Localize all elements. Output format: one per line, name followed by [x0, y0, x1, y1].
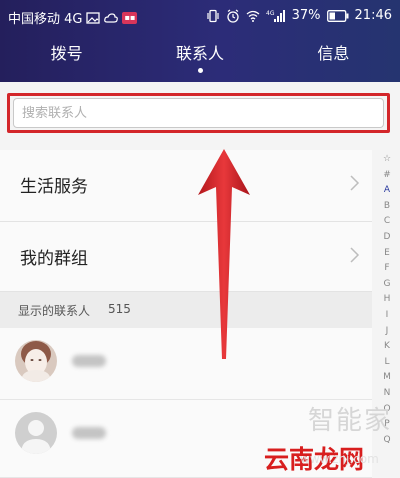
alphabet-index-letter[interactable]: E — [378, 246, 396, 262]
section-title: 显示的联系人 — [18, 304, 91, 318]
tab-messages[interactable]: 信息 — [267, 40, 400, 80]
search-area — [0, 82, 400, 150]
tab-messages-label: 信息 — [317, 44, 350, 63]
watermark-text: 智能家 — [308, 406, 393, 436]
alphabet-index-letter[interactable]: A — [378, 183, 396, 199]
tab-dialer[interactable]: 拨号 — [0, 40, 133, 80]
contact-name-blurred — [72, 355, 106, 367]
contact-name-blurred — [72, 427, 106, 439]
life-services-item[interactable]: 生活服务 — [0, 150, 372, 222]
clock-time: 21:46 — [354, 8, 392, 23]
alarm-icon — [226, 9, 239, 23]
status-bar: 中国移动 4G ▪▪ 4G 37% 21:46 — [0, 0, 400, 32]
alphabet-index-letter[interactable]: M — [378, 370, 396, 386]
avatar — [15, 412, 57, 454]
contacts-section-header: 显示的联系人 515 — [0, 292, 372, 328]
battery-icon — [326, 9, 349, 22]
contact-count: 515 — [108, 302, 131, 316]
chevron-right-icon — [350, 247, 360, 263]
my-groups-item[interactable]: 我的群组 — [0, 222, 372, 292]
contact-photo-icon — [15, 340, 57, 382]
alphabet-index-letter[interactable]: F — [378, 261, 396, 277]
alphabet-index-letter[interactable]: D — [378, 230, 396, 246]
status-right: 4G 37% 21:46 — [206, 8, 392, 23]
watermark-url: www.znj.com — [300, 452, 379, 466]
alphabet-index-letter[interactable]: # — [378, 168, 396, 184]
tab-contacts[interactable]: 联系人 — [133, 40, 266, 80]
alphabet-index-letter[interactable]: G — [378, 277, 396, 293]
avatar — [15, 340, 57, 382]
alphabet-index-letter[interactable]: J — [378, 324, 396, 340]
alphabet-index-letter[interactable]: C — [378, 214, 396, 230]
top-header: 中国移动 4G ▪▪ 4G 37% 21:46 拨号 联系人 信息 — [0, 0, 400, 82]
chevron-right-icon — [350, 175, 360, 191]
active-tab-indicator — [197, 68, 203, 73]
cloud-icon — [104, 12, 119, 23]
image-icon — [86, 11, 101, 24]
alphabet-index-letter[interactable]: ☆ — [378, 152, 396, 168]
tab-bar: 拨号 联系人 信息 — [0, 40, 400, 80]
status-left: 中国移动 4G ▪▪ — [8, 8, 138, 27]
alphabet-index-letter[interactable]: B — [378, 199, 396, 215]
alphabet-index-letter[interactable]: H — [378, 292, 396, 308]
alphabet-index-letter[interactable]: L — [378, 355, 396, 371]
network-type-label: 4G — [266, 10, 275, 17]
tab-contacts-label: 联系人 — [175, 44, 224, 63]
battery-percent: 37% — [291, 8, 321, 23]
signal-icon: 4G — [266, 9, 285, 22]
alphabet-index-letter[interactable]: I — [378, 308, 396, 324]
vibrate-icon — [207, 9, 219, 22]
wifi-icon — [246, 10, 260, 22]
my-groups-label: 我的群组 — [20, 249, 88, 269]
carrier-label: 中国移动 4G — [8, 12, 83, 27]
message-badge-icon: ▪▪ — [122, 11, 138, 24]
watermark: 智能家 云南龙网 www.znj.com — [262, 400, 400, 478]
tab-dialer-label: 拨号 — [50, 44, 83, 63]
life-services-label: 生活服务 — [20, 177, 88, 197]
default-avatar-icon — [15, 412, 57, 454]
contact-row[interactable] — [0, 328, 372, 400]
search-highlight-box — [7, 93, 390, 133]
arrow-up-icon — [198, 149, 250, 359]
alphabet-index-letter[interactable]: K — [378, 339, 396, 355]
